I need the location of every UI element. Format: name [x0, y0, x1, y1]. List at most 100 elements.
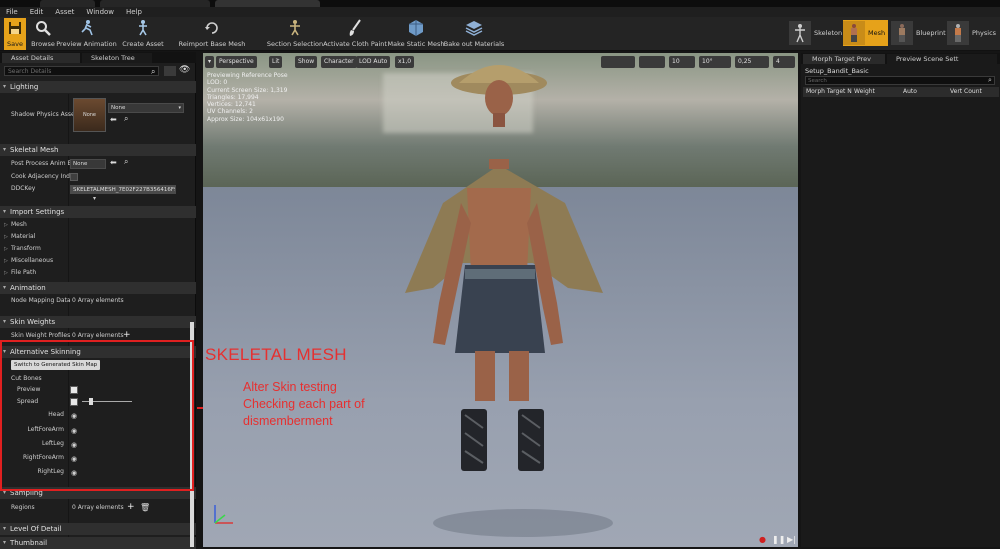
axis-gizmo-icon	[214, 505, 233, 524]
show-button[interactable]: Show	[295, 56, 318, 68]
morph-target-panel: Morph Target Prev Preview Scene Sett Set…	[801, 53, 1000, 547]
save-button[interactable]: Save	[4, 18, 26, 50]
add-icon[interactable]: +	[127, 502, 135, 512]
preview-animation-label: Preview Animation	[56, 40, 117, 48]
browse-search-icon[interactable]: ⌕	[124, 114, 128, 124]
grid-snap-value: 10	[672, 58, 680, 65]
section-import-settings[interactable]: Import Settings	[0, 206, 196, 218]
use-selected-arrow-icon[interactable]: ⬅	[110, 115, 117, 124]
menu-help[interactable]: Help	[120, 7, 148, 17]
character-button[interactable]: Character	[321, 56, 357, 68]
annotation-body: Alter Skin testing Checking each part of…	[243, 380, 365, 428]
layers-icon	[463, 18, 485, 38]
tab-preview-scene-settings[interactable]: Preview Scene Sett	[887, 54, 997, 64]
mode-physics-button[interactable]: Physics	[947, 20, 996, 46]
viewport-menu-button[interactable]: ▾	[205, 56, 214, 68]
record-icon[interactable]: ●	[759, 535, 766, 544]
section-thumbnail[interactable]: Thumbnail	[0, 537, 196, 549]
camera-speed-button[interactable]: 4	[773, 56, 795, 68]
activate-cloth-paint-button[interactable]: Activate Cloth Paint	[323, 18, 387, 50]
mode-skeleton-button[interactable]: Skeleton	[789, 20, 842, 46]
info-line: Vertices: 12,741	[207, 101, 256, 109]
section-selection-label: Section Selection	[266, 40, 324, 48]
info-line: Previewing Reference Pose	[207, 72, 288, 79]
asset-name: Setup_Bandit_Basic	[805, 67, 869, 75]
import-item-transform[interactable]: Transform	[0, 243, 196, 255]
menu-asset[interactable]: Asset	[49, 7, 80, 17]
eye-icon[interactable]: 👁	[179, 65, 190, 75]
import-item-material[interactable]: Material	[0, 231, 196, 243]
column-morph-target-name[interactable]: Morph Target N	[806, 87, 852, 97]
ddc-key-field[interactable]: SKELETALMESH_7E02F227B356416F95	[70, 185, 176, 194]
reimport-button[interactable]: Reimport Base Mesh	[179, 18, 245, 50]
activate-cloth-paint-label: Activate Cloth Paint	[323, 40, 387, 48]
shadow-physics-dropdown[interactable]: None ▾	[108, 103, 184, 113]
use-selected-arrow-icon[interactable]: ⬅	[110, 158, 117, 167]
scale-snap-value: 0,25	[738, 58, 752, 65]
skip-end-icon[interactable]: ▶|	[787, 535, 796, 544]
info-line: Triangles: 17,994	[207, 93, 259, 101]
mode-blueprint-button[interactable]: Blueprint	[891, 20, 946, 46]
import-item-mesh[interactable]: Mesh	[0, 219, 196, 231]
camera-speed-value: 4	[776, 58, 780, 65]
section-lighting[interactable]: Lighting	[0, 81, 196, 93]
section-skin-weights[interactable]: Skin Weights	[0, 316, 196, 328]
window-tab-strip	[0, 0, 1000, 7]
pause-icon[interactable]: ❚❚	[772, 535, 785, 544]
expand-advanced-icon[interactable]: ▾	[93, 195, 96, 202]
import-item-miscellaneous[interactable]: Miscellaneous	[0, 255, 196, 267]
window-tab[interactable]	[100, 0, 210, 7]
tab-morph-target-preview[interactable]: Morph Target Prev	[803, 54, 885, 64]
section-animation[interactable]: Animation	[0, 282, 196, 294]
add-icon[interactable]: +	[123, 330, 131, 340]
section-selection-button[interactable]: Section Selection	[266, 18, 324, 50]
search-details-input[interactable]: Search Details	[4, 66, 159, 76]
make-static-mesh-button[interactable]: Make Static Mesh	[388, 18, 444, 50]
mode-mesh-label: Mesh	[868, 29, 886, 37]
make-static-mesh-label: Make Static Mesh	[387, 40, 445, 48]
menu-edit[interactable]: Edit	[24, 7, 50, 17]
column-weight[interactable]: Weight	[854, 87, 875, 97]
window-tab-active[interactable]	[215, 0, 320, 7]
section-level-of-detail[interactable]: Level Of Detail	[0, 523, 196, 535]
mode-skeleton-label: Skeleton	[814, 29, 843, 37]
preview-animation-button[interactable]: Preview Animation	[56, 18, 117, 50]
scale-snap-button[interactable]: 0,25	[735, 56, 769, 68]
rotation-snap-button[interactable]: 10°	[699, 56, 731, 68]
window-tab[interactable]	[40, 0, 95, 7]
character-model[interactable]	[353, 53, 653, 547]
tab-skeleton-tree[interactable]: Skeleton Tree	[82, 53, 152, 63]
section-skeletal-mesh[interactable]: Skeletal Mesh	[0, 144, 196, 156]
preview-viewport[interactable]: ▾ Perspective Lit Show Character LOD Aut…	[203, 53, 798, 547]
column-auto[interactable]: Auto	[903, 87, 917, 97]
rotation-snap-value: 10°	[702, 58, 713, 65]
asset-thumbnail[interactable]: None	[73, 98, 106, 132]
lit-button[interactable]: Lit	[269, 56, 283, 68]
bake-out-materials-button[interactable]: Bake out Materials	[444, 18, 504, 50]
running-figure-icon	[76, 18, 98, 38]
post-process-dropdown[interactable]: None	[70, 159, 106, 169]
tab-asset-details[interactable]: Asset Details	[2, 53, 80, 63]
browse-button[interactable]: Browse	[31, 18, 55, 50]
cook-adjacency-checkbox[interactable]	[70, 173, 78, 181]
create-asset-button[interactable]: Create Asset	[122, 18, 164, 50]
grid-view-icon[interactable]	[164, 66, 176, 76]
node-mapping-value: 0 Array elements	[72, 297, 124, 304]
column-vert-count[interactable]: Vert Count	[950, 87, 982, 97]
menu-file[interactable]: File	[0, 7, 24, 17]
morph-search-input[interactable]: Search	[805, 76, 995, 85]
mode-blueprint-label: Blueprint	[916, 29, 946, 37]
morph-table-header: Morph Target N Weight Auto Vert Count	[803, 87, 999, 97]
trash-icon[interactable]: 🗑	[140, 503, 150, 512]
perspective-button[interactable]: Perspective	[216, 56, 257, 68]
mode-mesh-button[interactable]: Mesh	[843, 20, 889, 46]
menu-window[interactable]: Window	[80, 7, 120, 17]
cook-adjacency-row: Cook Adjacency Index	[11, 173, 78, 180]
paint-brush-icon	[344, 18, 366, 38]
browse-search-icon[interactable]: ⌕	[124, 157, 128, 167]
import-item-file-path[interactable]: File Path	[0, 267, 196, 279]
regions-value: 0 Array elements	[72, 504, 124, 511]
grid-snap-button[interactable]: 10	[669, 56, 695, 68]
browse-label: Browse	[31, 40, 55, 48]
chevron-down-icon: ▾	[178, 105, 181, 111]
